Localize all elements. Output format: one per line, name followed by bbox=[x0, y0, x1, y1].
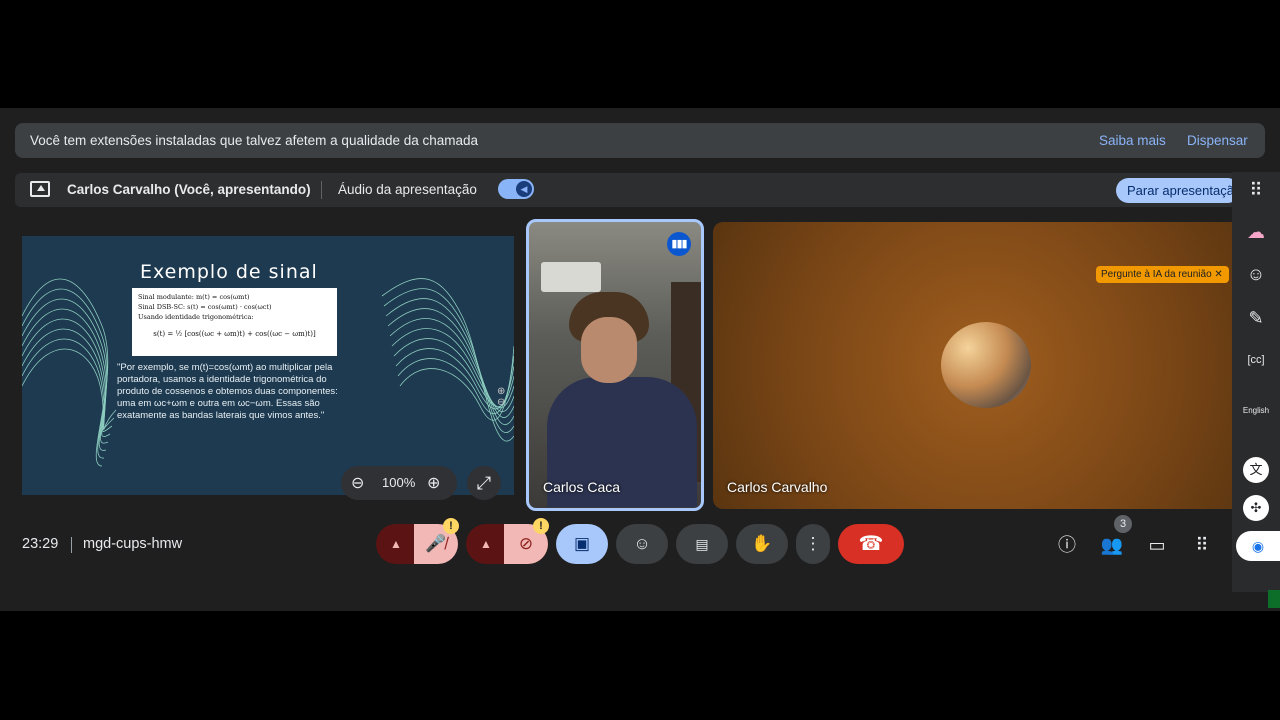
meeting-code: mgd-cups-hmw bbox=[83, 536, 183, 552]
emoji-reaction-button[interactable]: ☺ bbox=[616, 524, 668, 564]
participant-name: Carlos Caca bbox=[543, 479, 621, 495]
leave-call-button[interactable]: ☎ bbox=[838, 524, 904, 564]
meeting-info-icon[interactable]: ⓘ bbox=[1055, 533, 1079, 557]
weather-icon[interactable]: ☁ bbox=[1232, 222, 1280, 243]
speaking-indicator-icon: ▮▮▮ bbox=[667, 232, 691, 256]
raise-hand-button[interactable]: ✋ bbox=[736, 524, 788, 564]
background-air-conditioner bbox=[541, 262, 601, 292]
right-side-panel: ⠿ ☁ ☺ ✎ [cc] English 文 ✣ ◉ bbox=[1232, 172, 1280, 592]
people-count-badge: 3 bbox=[1114, 515, 1132, 533]
zoom-level: 100% bbox=[382, 475, 416, 490]
chat-assist-icon[interactable]: ☺ bbox=[1232, 264, 1280, 285]
presentation-audio-toggle[interactable]: ◀ bbox=[498, 179, 534, 199]
audio-options-caret-icon[interactable]: ▲ bbox=[376, 524, 416, 564]
meeting-time: 23:29 bbox=[22, 536, 59, 552]
zoom-out-icon[interactable]: ⊖ bbox=[351, 473, 364, 493]
presenting-bar: Carlos Carvalho (Você, apresentando) Áud… bbox=[15, 173, 1265, 207]
participant-video bbox=[547, 292, 697, 507]
avatar bbox=[941, 322, 1031, 408]
captions-button[interactable]: ▤ bbox=[676, 524, 728, 564]
language-label[interactable]: English bbox=[1232, 406, 1280, 415]
participant-name: Carlos Carvalho bbox=[727, 479, 828, 495]
chat-icon[interactable]: ▭ bbox=[1145, 533, 1169, 557]
extensions-icon[interactable]: ✣ bbox=[1243, 495, 1269, 521]
translate-icon[interactable]: 文 bbox=[1243, 457, 1269, 483]
pen-icon[interactable]: ✎ bbox=[1232, 308, 1280, 329]
slide-bullet: Usando identidade trigonométrica: bbox=[138, 313, 254, 321]
divider bbox=[71, 537, 72, 553]
zoom-controls: ⊖ 100% ⊕ bbox=[341, 466, 457, 500]
slide-bullet: Sinal modulante: m(t) = cos(ωmt) bbox=[138, 293, 250, 301]
presentation-slide: Exemplo de sinal Sinal modulante: m(t) =… bbox=[22, 236, 514, 495]
people-icon[interactable]: 👥 bbox=[1100, 533, 1124, 557]
zoom-in-icon[interactable]: ⊕ bbox=[427, 473, 440, 493]
corner-element bbox=[1268, 590, 1280, 608]
extensions-warning-banner: Você tem extensões instaladas que talvez… bbox=[15, 123, 1265, 158]
slide-bullet: Sinal DSB-SC: s(t) = cos(ωmt) · cos(ωct) bbox=[138, 303, 272, 311]
present-screen-icon bbox=[30, 181, 50, 197]
divider bbox=[321, 181, 322, 199]
ai-badge-label: Pergunte à IA da reunião bbox=[1101, 269, 1212, 280]
slide-formula-box: Sinal modulante: m(t) = cos(ωmt) Sinal D… bbox=[132, 288, 337, 356]
present-screen-button[interactable]: ▣ bbox=[556, 524, 608, 564]
camera-warning-icon: ! bbox=[533, 518, 549, 534]
presenter-label: Carlos Carvalho (Você, apresentando) bbox=[67, 182, 311, 197]
dismiss-link[interactable]: Dispensar bbox=[1187, 133, 1248, 148]
slide-side-icons[interactable]: ⊕ ⊖ bbox=[497, 386, 505, 408]
assistant-icon[interactable]: ◉ bbox=[1236, 531, 1280, 561]
mic-warning-icon: ! bbox=[443, 518, 459, 534]
slide-equation: s(t) = ½ [cos((ωc + ωm)t) + cos((ωc − ωm… bbox=[153, 330, 316, 338]
banner-message: Você tem extensões instaladas que talvez… bbox=[30, 133, 479, 148]
speaker-icon: ◀ bbox=[516, 181, 532, 197]
participant-tile-speaking[interactable]: ▮▮▮ bbox=[526, 219, 704, 511]
learn-more-link[interactable]: Saiba mais bbox=[1099, 133, 1166, 148]
captions-icon[interactable]: [cc] bbox=[1232, 354, 1280, 366]
stop-presenting-button[interactable]: Parar apresentação bbox=[1116, 178, 1240, 203]
more-options-button[interactable]: ⋮ bbox=[796, 524, 830, 564]
activities-icon[interactable]: ⠿ bbox=[1190, 533, 1214, 557]
video-options-caret-icon[interactable]: ▲ bbox=[466, 524, 506, 564]
expand-icon[interactable]: ⤢ bbox=[467, 466, 501, 500]
apps-grid-icon[interactable]: ⠿ bbox=[1232, 180, 1280, 201]
ai-assistant-badge[interactable]: Pergunte à IA da reunião ✕ bbox=[1096, 266, 1229, 283]
slide-title: Exemplo de sinal bbox=[140, 261, 318, 283]
presentation-audio-label: Áudio da apresentação bbox=[338, 182, 477, 197]
slide-quote: "Por exemplo, se m(t)=cos(ωmt) ao multip… bbox=[117, 362, 338, 421]
